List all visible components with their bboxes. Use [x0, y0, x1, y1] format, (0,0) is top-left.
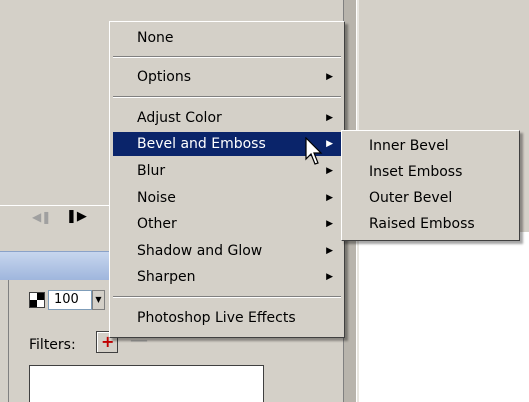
submenu-arrow-icon: ▶ [326, 139, 333, 149]
submenu-arrow-icon: ▶ [326, 72, 333, 82]
menu-item-adjust-color[interactable]: Adjust Color ▶ [113, 106, 341, 130]
submenu-arrow-icon: ▶ [326, 272, 333, 282]
panel-divider [8, 280, 9, 402]
submenu-item-raised-emboss[interactable]: Raised Emboss [345, 211, 516, 237]
menu-item-label: None [137, 30, 174, 46]
menu-separator [113, 296, 341, 298]
menu-item-label: Sharpen [137, 269, 196, 285]
submenu-item-label: Outer Bevel [369, 190, 453, 206]
submenu-arrow-icon: ▶ [326, 113, 333, 123]
menu-item-other[interactable]: Other ▶ [113, 212, 341, 236]
bevel-and-emboss-submenu: Inner Bevel Inset Emboss Outer Bevel Rai… [341, 130, 520, 241]
step-back-icon[interactable]: ◀❚ [32, 210, 51, 224]
opacity-input[interactable]: 100 [48, 290, 92, 310]
opacity-dropdown-button[interactable]: ▼ [92, 290, 105, 310]
menu-item-label: Noise [137, 190, 176, 206]
submenu-item-inset-emboss[interactable]: Inset Emboss [345, 159, 516, 185]
filters-label: Filters: [29, 337, 76, 353]
menu-item-noise[interactable]: Noise ▶ [113, 186, 341, 210]
menu-item-label: Options [137, 69, 192, 85]
menu-item-sharpen[interactable]: Sharpen ▶ [113, 265, 341, 289]
menu-item-label: Shadow and Glow [137, 243, 263, 259]
menu-item-none[interactable]: None [113, 26, 341, 50]
submenu-arrow-icon: ▶ [326, 246, 333, 256]
filter-list[interactable] [29, 365, 264, 402]
opacity-icon [29, 292, 45, 308]
submenu-arrow-icon: ▶ [326, 219, 333, 229]
submenu-item-outer-bevel[interactable]: Outer Bevel [345, 185, 516, 211]
menu-separator [113, 96, 341, 98]
menu-item-label: Photoshop Live Effects [137, 310, 296, 326]
menu-item-label: Adjust Color [137, 110, 222, 126]
menu-separator [113, 56, 341, 58]
menu-item-shadow-and-glow[interactable]: Shadow and Glow ▶ [113, 239, 341, 263]
submenu-item-inner-bevel[interactable]: Inner Bevel [345, 133, 516, 159]
submenu-item-label: Raised Emboss [369, 216, 475, 232]
menu-item-label: Other [137, 216, 177, 232]
play-icon[interactable]: ❚▶ [66, 209, 87, 224]
submenu-item-label: Inset Emboss [369, 164, 463, 180]
menu-item-photoshop-live-effects[interactable]: Photoshop Live Effects [113, 306, 341, 330]
submenu-item-label: Inner Bevel [369, 138, 449, 154]
submenu-arrow-icon: ▶ [326, 166, 333, 176]
mouse-cursor-icon [305, 137, 323, 165]
submenu-arrow-icon: ▶ [326, 193, 333, 203]
menu-item-label: Blur [137, 163, 166, 179]
filter-menu: None Options ▶ Adjust Color ▶ Bevel and Em… [109, 21, 345, 338]
menu-item-label: Bevel and Emboss [137, 136, 266, 152]
menu-item-options[interactable]: Options ▶ [113, 65, 341, 89]
